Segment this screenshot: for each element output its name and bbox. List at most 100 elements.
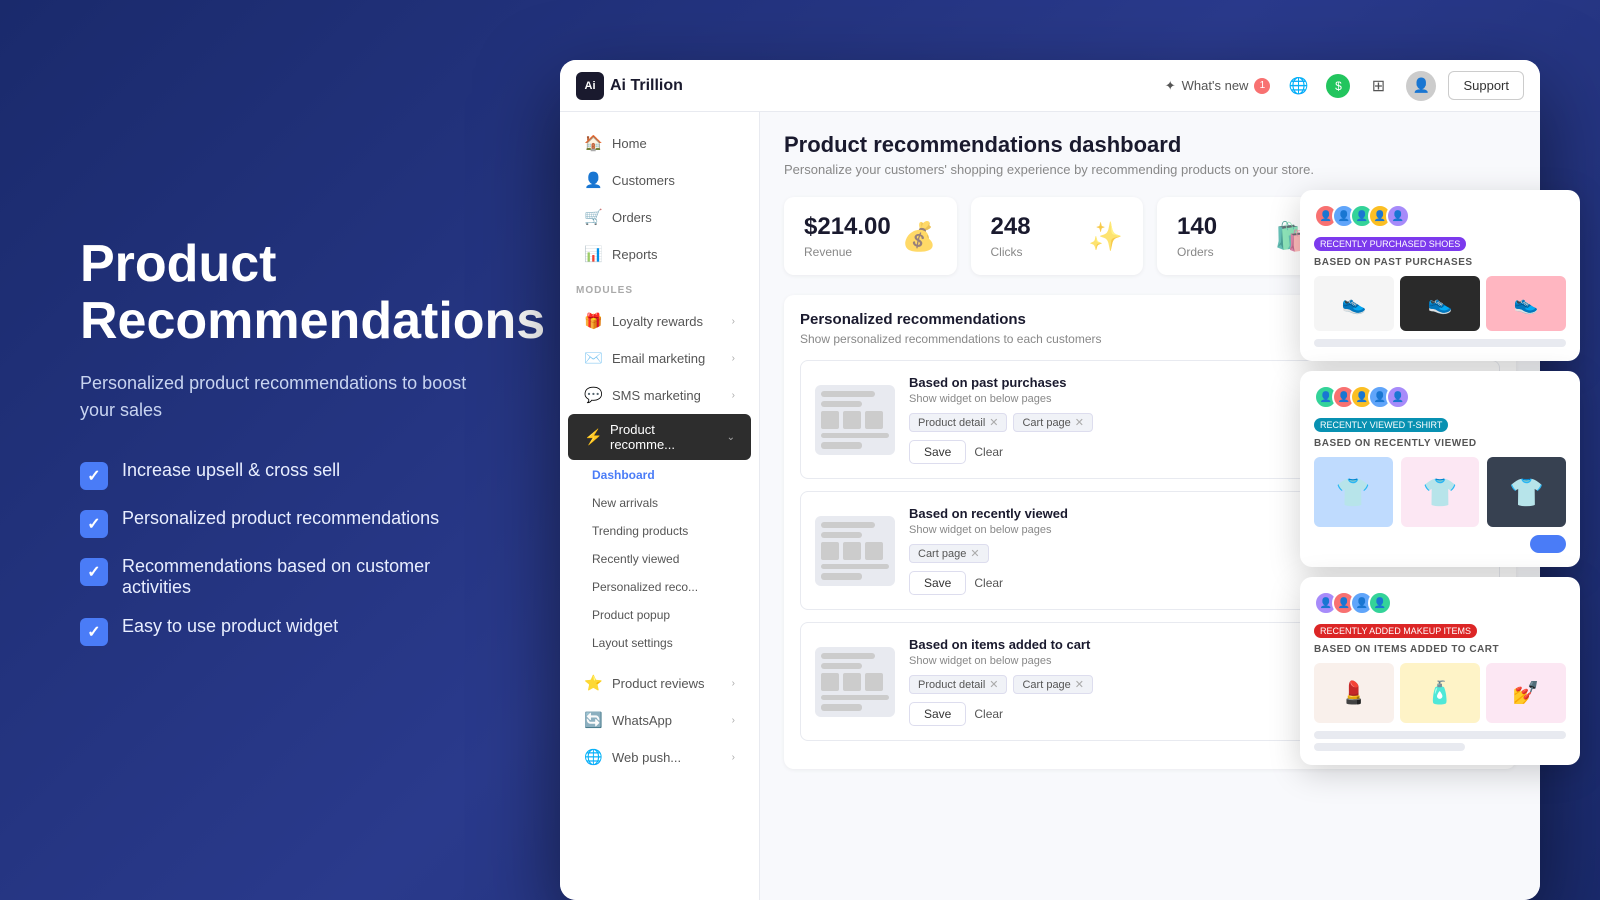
save-button-2[interactable]: Save [909,571,966,595]
chevron-right-icon: › [732,678,735,689]
panel-title-past: BASED ON PAST PURCHASES [1314,257,1566,268]
sub-nav-new-arrivals[interactable]: New arrivals [560,489,759,517]
shirt-image-2: 👕 [1401,457,1480,527]
rec-tag: Product detail ✕ [909,675,1007,694]
preview-sq [821,542,839,560]
app-container: Ai Ai Trillion ✦ What's new 1 🌐 $ ⊞ 👤 Su… [550,30,1570,870]
user-avatar[interactable]: 👤 [1406,71,1436,101]
chevron-right-icon: › [732,715,735,726]
save-button-3[interactable]: Save [909,702,966,726]
user-avatar-5: 👤 [1386,385,1410,409]
sidebar-item-orders[interactable]: 🛒 Orders [568,199,751,235]
product-recomm-label: Product recomme... [610,422,719,452]
reports-label: Reports [612,247,658,262]
panel-past-purchases: 👤 👤 👤 👤 👤 RECENTLY PURCHASED SHOES BASED… [1300,190,1580,361]
feature-item: Easy to use product widget [80,616,480,646]
sidebar-item-product-recomm-active[interactable]: ⚡ Product recomme... ⌄ [568,414,751,460]
tag-remove-icon[interactable]: ✕ [1075,678,1084,691]
logo-area: Ai Ai Trillion [576,72,683,100]
preview-sq [865,673,883,691]
panel-items-added: 👤 👤 👤 👤 RECENTLY ADDED MAKEUP ITEMS BASE… [1300,577,1580,765]
rec-tag: Product detail ✕ [909,413,1007,432]
revenue-label: Revenue [804,245,891,259]
sidebar-item-loyalty[interactable]: 🎁 Loyalty rewards › [568,303,751,339]
sub-nav-layout-settings[interactable]: Layout settings [560,629,759,657]
sub-nav-dashboard[interactable]: Dashboard [560,461,759,489]
feature-item: Increase upsell & cross sell [80,460,480,490]
feature-text: Easy to use product widget [122,616,338,637]
preview-bar [821,653,875,659]
support-button[interactable]: Support [1448,71,1524,100]
preview-bar [821,433,889,438]
panel-shirt-images: 👕 👕 👕 [1314,457,1566,527]
shoe-image-3: 👟 [1486,276,1566,331]
sidebar: 🏠 Home 👤 Customers 🛒 Orders 📊 Reports MO… [560,112,760,900]
tag-remove-icon[interactable]: ✕ [970,547,979,560]
preview-sq [821,673,839,691]
clear-button-3[interactable]: Clear [974,707,1003,721]
page-title: Product recommendations dashboard [784,132,1516,158]
reviews-label: Product reviews [612,676,704,691]
sidebar-item-product-reviews[interactable]: ⭐ Product reviews › [568,665,751,701]
clicks-icon: ✨ [1088,220,1123,253]
rec-tag: Cart page ✕ [1013,413,1093,432]
clicks-label: Clicks [991,245,1031,259]
clear-button-1[interactable]: Clear [974,445,1003,459]
sub-nav-recently-viewed[interactable]: Recently viewed [560,545,759,573]
product-recomm-icon: ⚡ [584,428,602,446]
grid-button[interactable]: ⊞ [1362,70,1394,102]
feature-item: Recommendations based on customer activi… [80,556,480,598]
makeup-image-2: 🧴 [1400,663,1480,723]
sidebar-item-email[interactable]: ✉️ Email marketing › [568,340,751,376]
preview-bar [821,391,875,397]
preview-bar [821,663,862,669]
avatar-group-cart: 👤 👤 👤 👤 [1314,591,1566,615]
stat-card-revenue: $214.00 Revenue 💰 [784,197,957,275]
preview-sq [821,411,839,429]
panel-title-cart: BASED ON ITEMS ADDED TO CART [1314,644,1566,655]
preview-row [821,411,889,429]
orders-label: Orders [612,210,652,225]
main-headline: ProductRecommendations [80,236,480,350]
whats-new-button[interactable]: ✦ What's new 1 [1165,78,1271,94]
viewed-badge: RECENTLY VIEWED T-SHIRT [1314,418,1448,432]
feature-text: Personalized product recommendations [122,508,439,529]
panel-bar-1 [1314,339,1566,347]
notification-badge: 1 [1254,78,1270,94]
preview-bar [821,532,862,538]
sidebar-item-whatsapp[interactable]: 🔄 WhatsApp › [568,702,751,738]
rec-preview-1 [815,385,895,455]
shirt-image-1: 👕 [1314,457,1393,527]
chevron-right-icon: › [732,390,735,401]
sub-nav-product-popup[interactable]: Product popup [560,601,759,629]
email-icon: ✉️ [584,349,602,367]
purchased-badge: RECENTLY PURCHASED SHOES [1314,237,1466,251]
preview-bar [821,695,889,700]
whatsapp-label: WhatsApp [612,713,672,728]
rec-tag: Cart page ✕ [1013,675,1093,694]
tag-remove-icon[interactable]: ✕ [1075,416,1084,429]
sub-nav-trending[interactable]: Trending products [560,517,759,545]
sidebar-item-web-push[interactable]: 🌐 Web push... › [568,739,751,775]
rec-tag: Cart page ✕ [909,544,989,563]
orders-value: 140 [1177,213,1217,241]
sidebar-item-sms[interactable]: 💬 SMS marketing › [568,377,751,413]
main-subtitle: Personalized product recommendations to … [80,370,480,424]
clear-button-2[interactable]: Clear [974,576,1003,590]
clicks-value: 248 [991,213,1031,241]
panel-bar-3b [1314,743,1465,751]
sidebar-item-customers[interactable]: 👤 Customers [568,162,751,198]
language-button[interactable]: 🌐 [1282,70,1314,102]
sidebar-item-home[interactable]: 🏠 Home [568,125,751,161]
shoe-image-1: 👟 [1314,276,1394,331]
green-circle-button[interactable]: $ [1326,74,1350,98]
top-bar-right: ✦ What's new 1 🌐 $ ⊞ 👤 Support [1165,70,1524,102]
feature-text: Increase upsell & cross sell [122,460,340,481]
chevron-right-icon: › [732,353,735,364]
tag-remove-icon[interactable]: ✕ [989,678,998,691]
tag-remove-icon[interactable]: ✕ [989,416,998,429]
reports-icon: 📊 [584,245,602,263]
sub-nav-personalized[interactable]: Personalized reco... [560,573,759,601]
sidebar-item-reports[interactable]: 📊 Reports [568,236,751,272]
save-button-1[interactable]: Save [909,440,966,464]
